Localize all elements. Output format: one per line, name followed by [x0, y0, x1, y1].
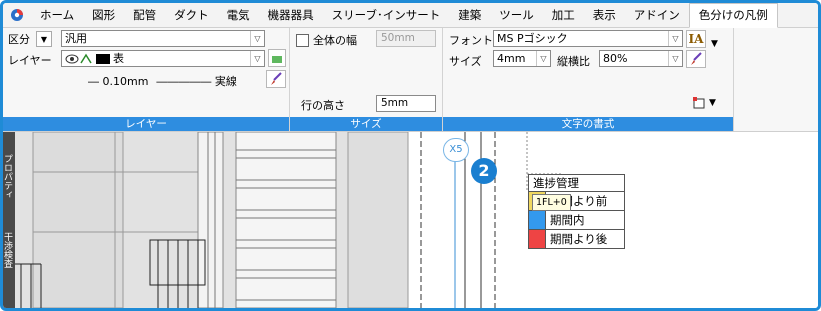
tab-architecture[interactable]: 建築	[449, 3, 490, 27]
tab-addin[interactable]: アドイン	[625, 3, 689, 27]
tab-color-legend[interactable]: 色分けの凡例	[688, 3, 778, 28]
aspect-ratio-value: 80%	[603, 52, 628, 65]
tab-equipment[interactable]: 機器器具	[259, 3, 323, 27]
text-group-caption: 文字の書式	[443, 117, 733, 131]
text-color-button[interactable]	[686, 50, 706, 68]
app-window: ホーム 図形 配管 ダクト 電気 機器器具 スリーブ･インサート 建築 ツール …	[0, 0, 821, 311]
layer-group-caption: レイヤー	[3, 117, 289, 131]
tab-home[interactable]: ホーム	[31, 3, 83, 27]
kubun-value: 汎用	[65, 32, 87, 45]
chevron-down-icon: ▽	[668, 51, 682, 66]
layer-settings-icon	[272, 56, 282, 63]
aspect-ratio-label: 縦横比	[557, 55, 590, 68]
legend-label: 期間内	[550, 213, 585, 227]
tab-processing[interactable]: 加工	[543, 3, 584, 27]
brush-icon	[271, 72, 282, 85]
tab-duct[interactable]: ダクト	[165, 3, 218, 27]
text-size-select[interactable]: 4mm ▽	[493, 50, 551, 67]
side-tab-properties[interactable]: プロパティ	[3, 154, 14, 199]
legend-label: 期間より後	[550, 232, 608, 246]
font-value: MS Pゴシック	[497, 32, 568, 45]
row-height-label: 行の高さ	[301, 99, 345, 112]
grid-axis-bubble[interactable]: X5	[443, 138, 469, 162]
kubun-select[interactable]: 汎用 ▽	[61, 30, 265, 47]
layer-value: 表	[113, 52, 124, 65]
aspect-ratio-select[interactable]: 80% ▽	[599, 50, 683, 67]
legend-row: 期間内	[529, 211, 624, 230]
size-group: 全体の幅 50mm 行の高さ 5mm サイズ	[290, 28, 443, 131]
layer-color-swatch	[96, 53, 110, 64]
text-style-icon: IA	[688, 32, 704, 46]
text-style-button[interactable]: IA	[686, 30, 706, 48]
legend-title: 進捗管理	[529, 175, 624, 192]
caret-down-icon[interactable]: ▼	[709, 98, 716, 108]
layer-group: 区分 ▼ 汎用 ▽ レイヤー 表 ▽ ― 0.10mm ――――― 実線 レイヤ…	[3, 28, 290, 131]
font-select[interactable]: MS Pゴシック ▽	[493, 30, 683, 47]
legend-swatch-after	[529, 230, 546, 248]
layer-select[interactable]: 表 ▽	[61, 50, 265, 67]
text-format-group: フォント MS Pゴシック ▽ IA ▼ サイズ 4mm ▽ 縦横比 80% ▽…	[443, 28, 734, 131]
tab-sleeve-insert[interactable]: スリーブ･インサート	[323, 3, 450, 27]
drawing-canvas[interactable]: プロパティ 干渉検査 X5 2 進捗管理 期間より前 期間内 期間より後 1FL…	[3, 132, 818, 308]
tab-piping[interactable]: 配管	[124, 3, 165, 27]
ribbon-panel: 区分 ▼ 汎用 ▽ レイヤー 表 ▽ ― 0.10mm ――――― 実線 レイヤ…	[3, 28, 818, 132]
brush-icon	[691, 52, 702, 65]
chevron-down-icon: ▽	[250, 31, 264, 46]
legend-swatch-within	[529, 211, 546, 229]
text-size-value: 4mm	[497, 52, 526, 65]
tab-view[interactable]: 表示	[584, 3, 625, 27]
side-panel-strip: プロパティ 干渉検査	[3, 132, 15, 308]
visibility-eye-icon	[65, 54, 79, 63]
layer-settings-button[interactable]	[268, 49, 286, 67]
tab-tools[interactable]: ツール	[490, 3, 543, 27]
size-label: サイズ	[449, 55, 482, 68]
floor-level-tooltip: 1FL+0	[532, 194, 571, 211]
step-marker: 2	[471, 158, 497, 184]
side-tab-interference[interactable]: 干渉検査	[3, 232, 14, 268]
kubun-label: 区分	[8, 33, 30, 46]
color-legend-table[interactable]: 進捗管理 期間より前 期間内 期間より後	[528, 174, 625, 249]
full-width-checkbox[interactable]	[296, 33, 309, 47]
full-width-label: 全体の幅	[313, 34, 357, 47]
full-width-input[interactable]: 50mm	[376, 30, 436, 47]
ribbon-tab-bar: ホーム 図形 配管 ダクト 電気 機器器具 スリーブ･インサート 建築 ツール …	[3, 3, 818, 28]
text-frame-icon[interactable]	[693, 97, 705, 109]
chevron-down-icon: ▽	[250, 51, 264, 66]
brush-button[interactable]	[266, 70, 286, 88]
row-height-input[interactable]: 5mm	[376, 95, 436, 112]
chevron-down-icon: ▽	[668, 31, 682, 46]
linetype-value[interactable]: ――――― 実線	[156, 73, 237, 89]
chevron-down-icon: ▽	[536, 51, 550, 66]
lock-icon	[80, 53, 92, 63]
linewidth-value[interactable]: ― 0.10mm	[88, 75, 148, 88]
legend-row: 期間より後	[529, 230, 624, 248]
tab-electric[interactable]: 電気	[218, 3, 259, 27]
size-group-caption: サイズ	[290, 117, 442, 131]
cad-drawing	[15, 132, 563, 308]
tab-shapes[interactable]: 図形	[83, 3, 124, 27]
kubun-dropdown-arrow-icon[interactable]: ▼	[36, 31, 52, 47]
layer-label: レイヤー	[8, 54, 52, 67]
font-label: フォント	[449, 34, 493, 47]
caret-down-icon[interactable]: ▼	[711, 39, 718, 49]
app-logo-icon[interactable]	[9, 7, 25, 23]
